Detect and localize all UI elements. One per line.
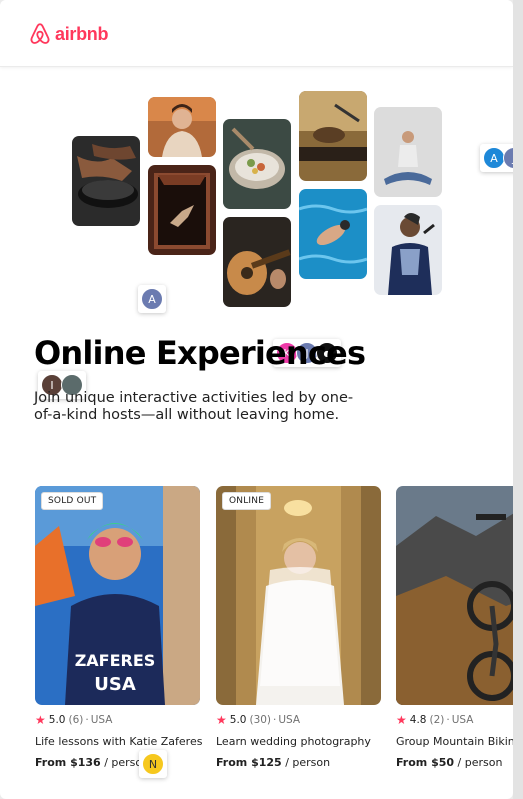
price: From $125 / person bbox=[216, 756, 382, 769]
star-icon: ★ bbox=[396, 713, 407, 727]
price-amount: From $125 bbox=[216, 756, 282, 769]
experience-title[interactable]: Group Mountain Biking bbox=[396, 735, 513, 748]
price-amount: From $50 bbox=[396, 756, 455, 769]
separator: · bbox=[85, 714, 89, 726]
collage-image-dancer bbox=[148, 165, 216, 255]
collaborator-chip: N bbox=[139, 750, 167, 778]
page-title: Online Experiences bbox=[34, 334, 366, 372]
review-count: (30) bbox=[249, 714, 272, 726]
collage-image-guitar bbox=[223, 217, 291, 307]
collaborator-avatar: A bbox=[483, 147, 505, 169]
svg-text:ZAFERES: ZAFERES bbox=[75, 651, 156, 670]
collaborator-avatar: N bbox=[142, 753, 164, 775]
price-amount: From $136 bbox=[35, 756, 101, 769]
collaborator-avatar: A bbox=[141, 288, 163, 310]
experience-title[interactable]: Learn wedding photography bbox=[216, 735, 382, 748]
rating-row: ★ 5.0 (30) · USA bbox=[216, 713, 382, 727]
review-count: (2) bbox=[429, 714, 445, 726]
price-unit: / person bbox=[281, 756, 331, 769]
rating-row: ★ 5.0 (6) · USA bbox=[35, 713, 201, 727]
location: USA bbox=[451, 714, 474, 726]
price-unit: / person bbox=[454, 756, 503, 769]
star-icon: ★ bbox=[35, 713, 46, 727]
svg-text:USA: USA bbox=[94, 674, 136, 695]
experience-image[interactable] bbox=[396, 486, 513, 705]
experience-image[interactable]: ZAFERES USA SOLD OUT bbox=[35, 486, 200, 705]
collage-image-swimmer bbox=[299, 189, 367, 279]
price: From $136 / person bbox=[35, 756, 201, 769]
brand-name: airbnb bbox=[55, 23, 109, 44]
price: From $50 / person bbox=[396, 756, 513, 769]
rating-row: ★ 4.8 (2) · USA bbox=[396, 713, 513, 727]
experience-title[interactable]: Life lessons with Katie Zaferes bbox=[35, 735, 202, 748]
airbnb-logo-icon bbox=[30, 23, 50, 44]
location: USA bbox=[278, 714, 301, 726]
separator: · bbox=[273, 714, 277, 726]
star-icon: ★ bbox=[216, 713, 227, 727]
experience-card[interactable]: ONLINE ★ 5.0 (30) · USA Learn wedding ph… bbox=[216, 486, 382, 769]
collaborator-chip: A bbox=[138, 285, 166, 313]
collage-image-singer bbox=[374, 205, 442, 295]
header: airbnb bbox=[0, 0, 513, 67]
collaborator-avatar: J bbox=[503, 147, 513, 169]
collage-image-cooking bbox=[72, 136, 140, 226]
separator: · bbox=[446, 714, 450, 726]
collaborator-chip: A J bbox=[480, 144, 513, 172]
airbnb-logo[interactable]: airbnb bbox=[28, 22, 109, 46]
location: USA bbox=[90, 714, 113, 726]
rating-value: 5.0 bbox=[48, 714, 66, 726]
status-badge: ONLINE bbox=[222, 492, 272, 510]
page: airbnb A A K J ● I Online Experiences Jo… bbox=[0, 0, 513, 799]
collage-image-music bbox=[299, 91, 367, 181]
experience-card[interactable]: ★ 4.8 (2) · USA Group Mountain Biking Fr… bbox=[396, 486, 513, 769]
status-badge: SOLD OUT bbox=[41, 492, 104, 510]
page-subtitle: Join unique interactive activities led b… bbox=[34, 390, 354, 423]
rating-value: 4.8 bbox=[409, 714, 427, 726]
scroll-edge bbox=[513, 0, 523, 799]
experience-image[interactable]: ONLINE bbox=[216, 486, 381, 705]
experience-card[interactable]: ZAFERES USA SOLD OUT ★ 5.0 (6) · USA Lif… bbox=[35, 486, 202, 769]
rating-value: 5.0 bbox=[229, 714, 247, 726]
review-count: (6) bbox=[68, 714, 84, 726]
collage-image-woman-smiling bbox=[148, 97, 216, 157]
collage-image-yoga bbox=[374, 107, 442, 197]
collage-image-food-bowl bbox=[223, 119, 291, 209]
